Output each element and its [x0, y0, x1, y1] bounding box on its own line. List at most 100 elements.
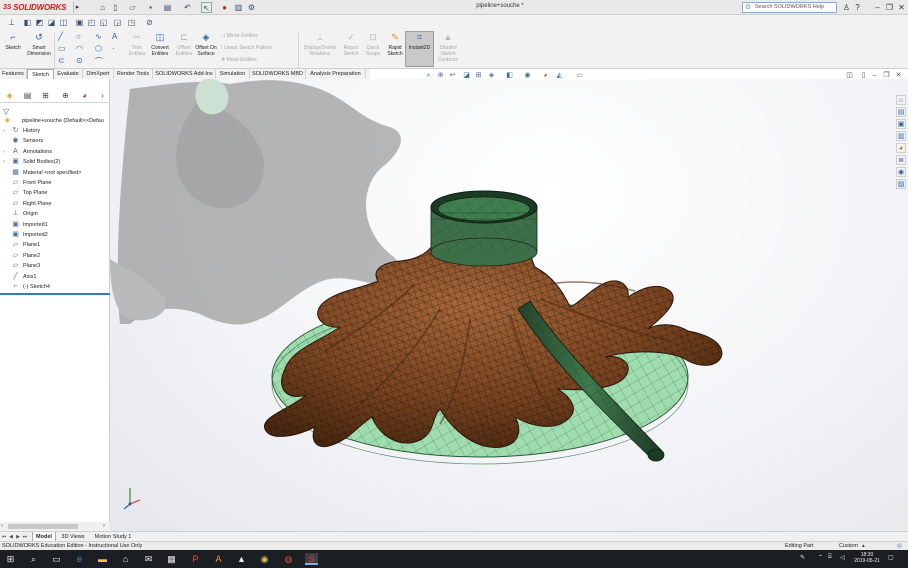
tree-item[interactable]: ▦ Material <not specified>: [0, 168, 110, 178]
view-palette-icon[interactable]: ▥: [896, 131, 906, 141]
shaded-contours-button[interactable]: ▲ Shaded Sketch Contours: [435, 32, 461, 63]
options-icon[interactable]: ⚙: [246, 2, 257, 13]
extrude-icon[interactable]: ▣: [74, 17, 85, 28]
tree-item[interactable]: ⌐ (-) Sketch4: [0, 282, 110, 292]
ellipse-icon[interactable]: ⊙: [76, 56, 83, 65]
tree-item[interactable]: ▱ Front Plane: [0, 178, 110, 188]
file-properties-icon[interactable]: ▥: [233, 2, 244, 13]
tab-dimxpert[interactable]: DimXpert: [83, 69, 114, 79]
assembly-icon[interactable]: ◪: [46, 17, 57, 28]
solidworks-logo[interactable]: 3S SOLIDWORKS: [3, 2, 66, 13]
edge-icon[interactable]: e: [73, 553, 86, 565]
tab-evaluate[interactable]: Evaluate: [54, 69, 83, 79]
clock[interactable]: 18:30 2019-05-21: [852, 552, 882, 564]
calculator-icon[interactable]: ▦: [165, 553, 178, 565]
convert-entities-button[interactable]: ◫ Convert Entities: [148, 32, 172, 57]
tree-item[interactable]: ▱ Plane2: [0, 251, 110, 261]
scrollbar-thumb[interactable]: [8, 524, 78, 529]
configuration-manager-tab-icon[interactable]: ⊞: [40, 91, 51, 101]
tree-item[interactable]: ▱ Right Plane: [0, 199, 110, 209]
task-view-icon[interactable]: ▭: [50, 553, 63, 565]
tree-item[interactable]: ▣ Imported1: [0, 220, 110, 230]
close-icon[interactable]: ✕: [896, 2, 907, 13]
user-icon[interactable]: ♙: [841, 2, 852, 13]
expand-arrow-icon[interactable]: ›: [3, 157, 8, 167]
network-icon[interactable]: ⌸: [828, 554, 832, 561]
prev-tab-icon[interactable]: ◀: [8, 533, 14, 541]
store-icon[interactable]: ⌂: [119, 553, 132, 565]
circle-icon[interactable]: ○: [76, 32, 81, 41]
tab-analysis-preparation[interactable]: Analysis Preparation: [306, 69, 366, 79]
file-explorer-icon[interactable]: ▣: [896, 119, 906, 129]
tab-simulation[interactable]: Simulation: [216, 69, 250, 79]
resources-home-icon[interactable]: ⌂: [896, 95, 906, 105]
graphics-area[interactable]: [110, 79, 908, 531]
tree-item[interactable]: ▱ Plane3: [0, 261, 110, 271]
mirror-entities-button[interactable]: ⊣ Mirror Entities: [221, 33, 258, 39]
tab-features[interactable]: Features: [0, 69, 27, 79]
open-icon[interactable]: ▱: [127, 2, 138, 13]
display-delete-relations-button[interactable]: ⊥ Display/Delete Relations: [302, 32, 338, 57]
tree-item[interactable]: ╱ Axis1: [0, 272, 110, 282]
forum-icon[interactable]: ◉: [896, 167, 906, 177]
offset-entities-button[interactable]: ⊏ Offset Entities: [173, 32, 195, 57]
slot-icon[interactable]: ⊂: [58, 56, 65, 65]
tab-sketch[interactable]: Sketch: [27, 69, 54, 79]
custom-properties-icon[interactable]: ≣: [896, 155, 906, 165]
tree-item[interactable]: ◉ Sensors: [0, 136, 110, 146]
feature-manager-tab-icon[interactable]: ◈: [4, 91, 15, 101]
revolve-icon[interactable]: ◱: [98, 17, 109, 28]
linear-pattern-button[interactable]: ⁞ Linear Sketch Pattern: [221, 45, 272, 51]
design-library-icon[interactable]: ▤: [896, 107, 906, 117]
save-icon[interactable]: ▪: [145, 2, 156, 13]
select-icon[interactable]: ↖: [201, 2, 212, 13]
tree-item[interactable]: › ▣ Solid Bodies(2): [0, 157, 110, 167]
new-document-icon[interactable]: ▯: [110, 2, 121, 13]
tree-root-part[interactable]: ◈ pipeline+souche (Default<<Defau: [0, 116, 110, 126]
powerpoint-icon[interactable]: P: [189, 553, 202, 565]
expand-arrow-icon[interactable]: ›: [3, 147, 8, 157]
undo-icon[interactable]: ↶: [182, 2, 193, 13]
rebuild-icon[interactable]: ●: [219, 2, 230, 13]
spline-icon[interactable]: ∿: [95, 32, 102, 41]
volume-icon[interactable]: ◁: [840, 554, 845, 561]
property-manager-tab-icon[interactable]: ▤: [22, 91, 33, 101]
view-cube-icon[interactable]: ◧: [22, 17, 33, 28]
first-tab-icon[interactable]: ⏮: [1, 533, 7, 541]
tab-render-tools[interactable]: Render Tools: [114, 69, 153, 79]
photos-icon[interactable]: ▲: [235, 553, 248, 565]
chrome-icon[interactable]: ◉: [258, 553, 271, 565]
quick-snaps-button[interactable]: ⊡ Quick Snaps: [363, 32, 383, 57]
point-icon[interactable]: ·: [112, 44, 115, 53]
rectangle-icon[interactable]: ▭: [58, 44, 66, 53]
tab-solidworks-addins[interactable]: SOLIDWORKS Add-Ins: [153, 69, 216, 79]
drawing-icon[interactable]: ◫: [58, 17, 69, 28]
mail-icon[interactable]: ✉: [142, 553, 155, 565]
rollback-bar[interactable]: [0, 293, 110, 295]
notifications-icon[interactable]: ▢: [888, 554, 894, 561]
line-icon[interactable]: ╱: [58, 32, 63, 41]
cut-icon[interactable]: ◰: [86, 17, 97, 28]
solidworks-taskbar-icon[interactable]: S: [305, 553, 318, 565]
scroll-right-icon[interactable]: ›: [103, 522, 105, 531]
cube-icon[interactable]: ◲: [112, 17, 123, 28]
instant2d-button[interactable]: ⌗ Instant2D: [405, 31, 434, 67]
measure-icon[interactable]: ⊘: [144, 17, 155, 28]
pin-icon[interactable]: ⊥: [6, 17, 17, 28]
sketch-button[interactable]: ⌐ Sketch: [3, 32, 23, 51]
tree-item[interactable]: ⊥ Origin: [0, 209, 110, 219]
scroll-left-icon[interactable]: ‹: [1, 522, 3, 531]
polygon-icon[interactable]: ⬡: [95, 44, 102, 53]
fillet-icon[interactable]: ⌒: [95, 56, 103, 67]
file-explorer-taskbar-icon[interactable]: ▬: [96, 553, 109, 565]
tray-expand-icon[interactable]: ⌃: [818, 554, 823, 561]
rapid-sketch-button[interactable]: ✎ Rapid Sketch: [385, 32, 405, 57]
tree-item[interactable]: ▱ Top Plane: [0, 188, 110, 198]
expand-arrow-icon[interactable]: ›: [3, 126, 8, 136]
last-tab-icon[interactable]: ⏭: [22, 533, 28, 541]
panel-horizontal-scrollbar[interactable]: ‹ ›: [0, 522, 110, 531]
shell-icon[interactable]: ◳: [126, 17, 137, 28]
help-search-input[interactable]: ⊙ Search SOLIDWORKS Help: [742, 2, 837, 13]
pen-icon[interactable]: ✎: [800, 554, 805, 561]
next-tab-icon[interactable]: ▶: [15, 533, 21, 541]
